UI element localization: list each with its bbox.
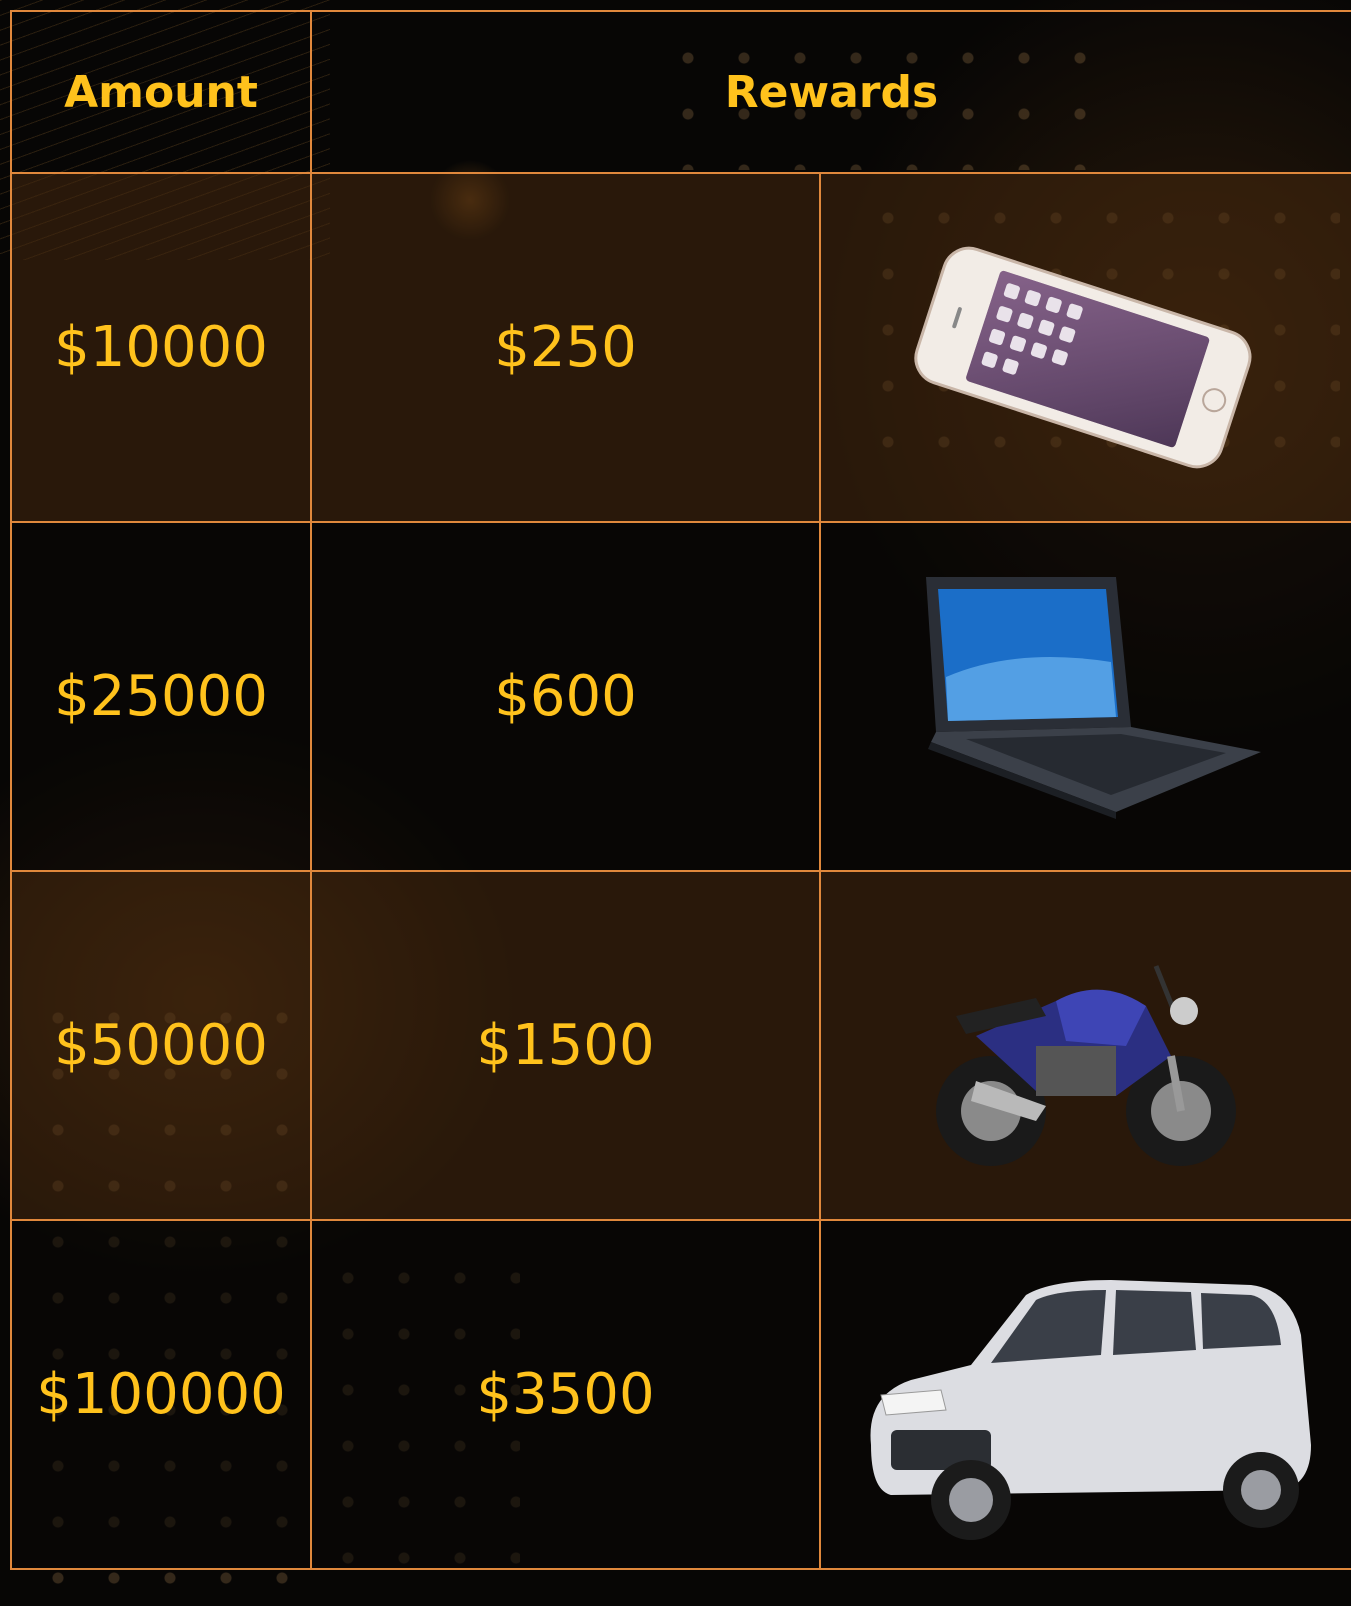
table-row: $50000 $1500 xyxy=(10,870,1351,1221)
amount-value: $50000 xyxy=(54,1013,268,1078)
amount-value: $100000 xyxy=(36,1362,286,1427)
reward-cell: $3500 xyxy=(310,1219,821,1570)
prize-cell xyxy=(818,521,1351,872)
reward-value: $250 xyxy=(494,315,637,380)
table-header-row: Amount Rewards xyxy=(10,10,1351,174)
amount-value: $10000 xyxy=(54,315,268,380)
reward-cell: $1500 xyxy=(310,870,821,1221)
table-row: $10000 $250 xyxy=(10,172,1351,523)
prize-cell xyxy=(818,172,1351,523)
laptop-icon xyxy=(926,576,1261,819)
prize-cell xyxy=(818,870,1351,1221)
reward-cell: $250 xyxy=(310,172,821,523)
amount-cell: $100000 xyxy=(10,1219,312,1570)
amount-column-header: Amount xyxy=(10,10,312,174)
reward-value: $1500 xyxy=(476,1013,655,1078)
reward-cell: $600 xyxy=(310,521,821,872)
motorcycle-icon xyxy=(936,964,1236,1166)
rewards-column-header: Rewards xyxy=(309,10,1351,174)
amount-cell: $10000 xyxy=(10,172,312,523)
amount-value: $25000 xyxy=(54,664,268,729)
rewards-table: Amount Rewards $10000 $250 $25000 $600 $… xyxy=(10,10,1351,1570)
car-icon xyxy=(870,1279,1311,1540)
table-row: $100000 $3500 xyxy=(10,1219,1351,1570)
reward-value: $3500 xyxy=(476,1362,655,1427)
table-row: $25000 $600 xyxy=(10,521,1351,872)
amount-cell: $25000 xyxy=(10,521,312,872)
smartphone-icon xyxy=(914,246,1252,468)
prize-cell xyxy=(818,1219,1351,1570)
amount-cell: $50000 xyxy=(10,870,312,1221)
reward-value: $600 xyxy=(494,664,637,729)
